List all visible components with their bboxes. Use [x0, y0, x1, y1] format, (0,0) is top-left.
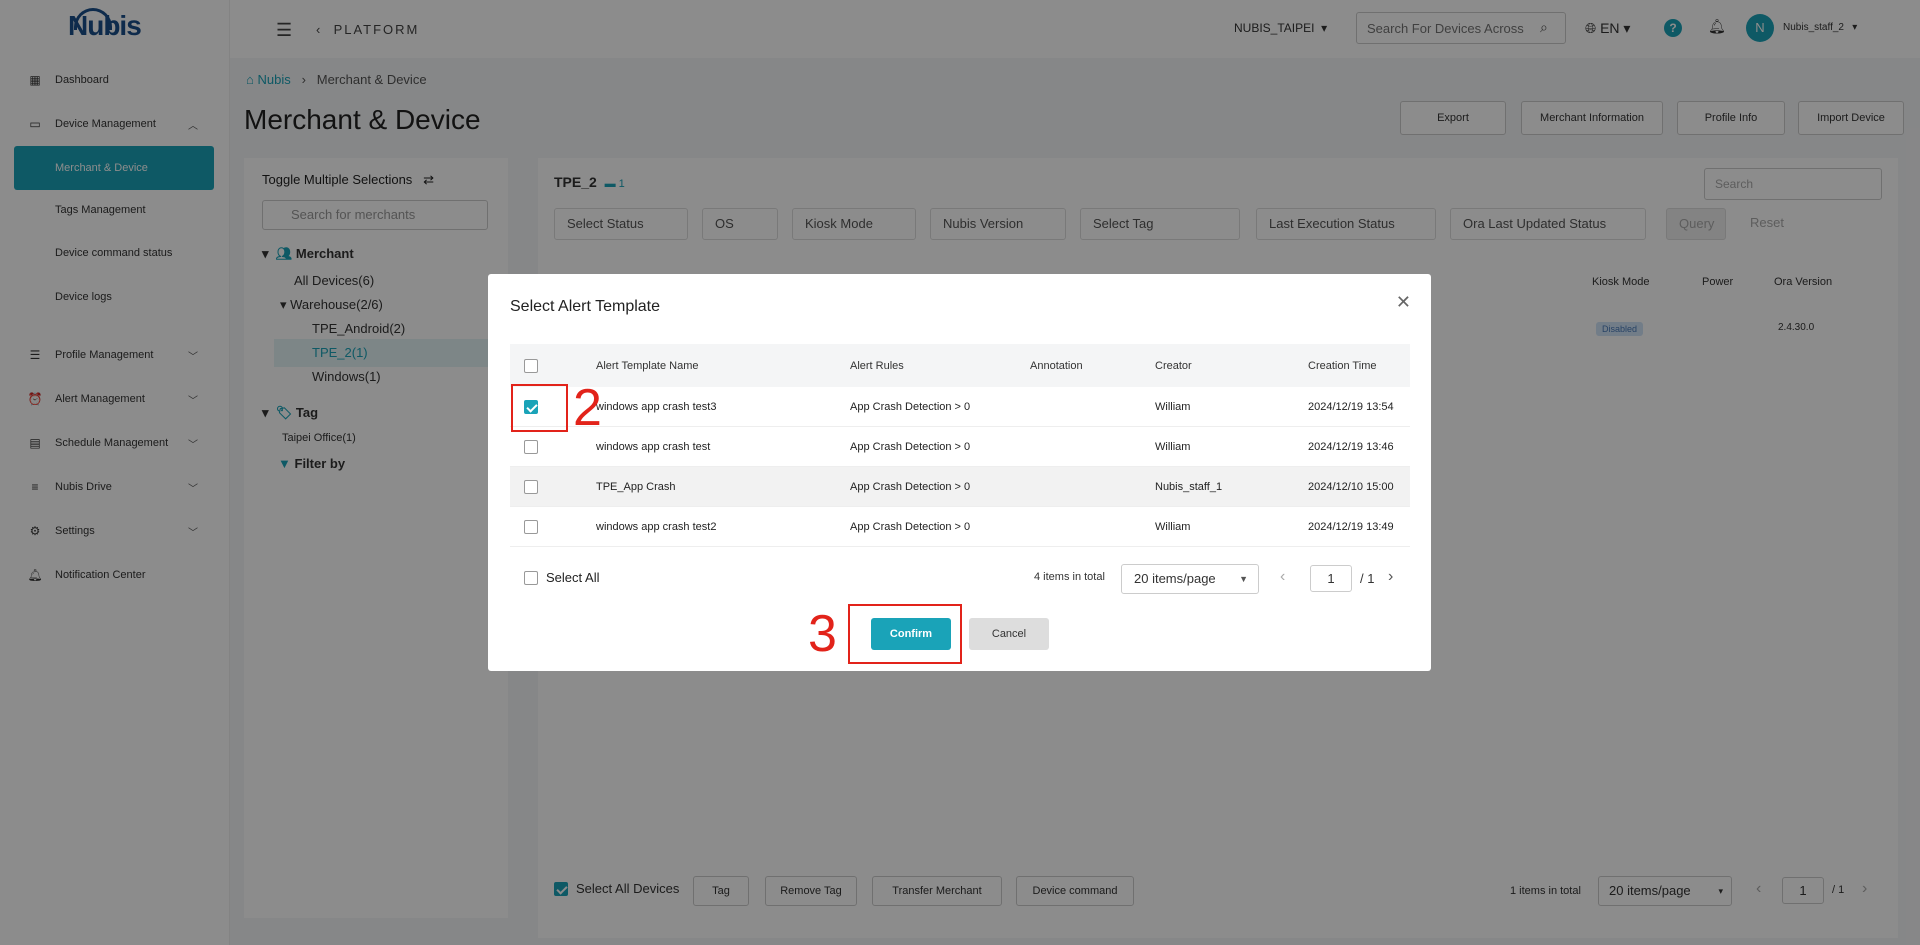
- col-annotation: Annotation: [1030, 359, 1083, 372]
- annotation-step3: 3: [808, 605, 837, 663]
- table-row[interactable]: windows app crash test App Crash Detecti…: [510, 427, 1410, 467]
- annotation-box-step3: [848, 604, 962, 664]
- alert-rules: App Crash Detection > 0: [850, 440, 971, 453]
- select-all[interactable]: Select All: [524, 570, 599, 585]
- alert-template-table: Alert Template Name Alert Rules Annotati…: [510, 344, 1410, 547]
- alert-rules: App Crash Detection > 0: [850, 480, 971, 493]
- caret-down-icon: ▼: [1239, 574, 1248, 584]
- table-row[interactable]: TPE_App Crash App Crash Detection > 0 Nu…: [510, 467, 1410, 507]
- template-name: TPE_App Crash: [596, 480, 676, 493]
- modal-page-size-select[interactable]: 20 items/page ▼: [1121, 564, 1259, 594]
- row-checkbox[interactable]: [524, 479, 538, 494]
- creation-time: 2024/12/19 13:54: [1308, 400, 1394, 413]
- alert-rules: App Crash Detection > 0: [850, 400, 971, 413]
- creator: Nubis_staff_1: [1155, 480, 1223, 493]
- modal-items-total: 4 items in total: [1034, 571, 1105, 583]
- row-checkbox[interactable]: [524, 439, 538, 454]
- creator: William: [1155, 400, 1191, 413]
- creator: William: [1155, 520, 1191, 533]
- col-creator: Creator: [1155, 359, 1192, 372]
- modal-page-input[interactable]: 1: [1310, 565, 1352, 592]
- row-checkbox[interactable]: [524, 519, 538, 534]
- close-icon[interactable]: ✕: [1396, 292, 1411, 313]
- table-header: Alert Template Name Alert Rules Annotati…: [510, 344, 1410, 387]
- col-alert-template-name: Alert Template Name: [596, 359, 699, 372]
- header-checkbox[interactable]: [524, 358, 538, 373]
- select-all-checkbox[interactable]: [524, 570, 538, 585]
- modal-page-total: / 1: [1360, 571, 1375, 586]
- annotation-box-step2: [511, 384, 568, 432]
- cancel-button[interactable]: Cancel: [969, 618, 1049, 650]
- table-row[interactable]: windows app crash test3 App Crash Detect…: [510, 387, 1410, 427]
- creation-time: 2024/12/10 15:00: [1308, 480, 1394, 493]
- table-row[interactable]: windows app crash test2 App Crash Detect…: [510, 507, 1410, 547]
- template-name: windows app crash test2: [596, 520, 717, 533]
- creation-time: 2024/12/19 13:49: [1308, 520, 1394, 533]
- prev-page-icon[interactable]: ‹: [1280, 568, 1285, 586]
- template-name: windows app crash test: [596, 440, 711, 453]
- alert-rules: App Crash Detection > 0: [850, 520, 971, 533]
- col-creation-time: Creation Time: [1308, 359, 1377, 372]
- creation-time: 2024/12/19 13:46: [1308, 440, 1394, 453]
- annotation-step2: 2: [573, 379, 602, 437]
- col-alert-rules: Alert Rules: [850, 359, 904, 372]
- modal-title: Select Alert Template: [510, 298, 661, 315]
- creator: William: [1155, 440, 1191, 453]
- next-page-icon[interactable]: ›: [1388, 568, 1393, 586]
- template-name: windows app crash test3: [596, 400, 717, 413]
